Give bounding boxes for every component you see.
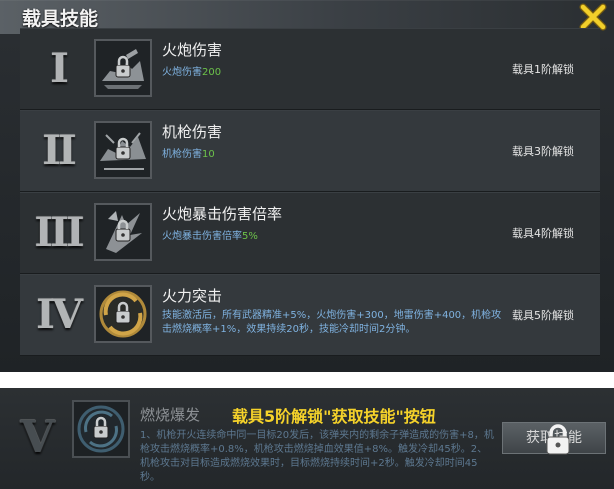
skill-numeral: I bbox=[50, 45, 69, 92]
skill-numeral: II bbox=[42, 127, 76, 174]
desc-value: 5% bbox=[242, 231, 258, 242]
desc-label: 机枪伤害 bbox=[162, 149, 202, 160]
skill-description: 机枪伤害10 bbox=[162, 145, 215, 160]
vehicle-skill-panel: 载具技能 I 火炮伤害 火炮伤害200 载具1阶解锁 II 机枪伤害 机枪伤害1… bbox=[0, 0, 614, 372]
fire-assault-skill-icon bbox=[96, 287, 150, 341]
desc-value: 200 bbox=[202, 67, 222, 78]
skill-description: 1、机枪开火连续命中同一目标20发后，该弹夹内的剩余子弹造成的伤害+8，机枪攻击… bbox=[140, 430, 494, 483]
skill-row-4[interactable]: IV 火力突击 技能激活后，所有武器精准+5%，火炮伤害+300，地雷伤害+40… bbox=[20, 274, 600, 356]
skill-icon-frame[interactable] bbox=[94, 285, 152, 343]
burn-burst-skill-icon bbox=[74, 402, 128, 456]
skill-icon-frame[interactable] bbox=[72, 400, 130, 458]
skill-icon-frame[interactable] bbox=[94, 121, 152, 179]
skill-name: 火炮暴击伤害倍率 bbox=[162, 205, 283, 223]
unlock-requirement: 载具3阶解锁 bbox=[512, 145, 574, 158]
skill-name: 火力突击 bbox=[162, 287, 223, 305]
skill-description: 火炮暴击伤害倍率5% bbox=[162, 227, 258, 242]
unlock-requirement: 载具4阶解锁 bbox=[512, 227, 574, 240]
cannon-skill-icon bbox=[96, 41, 150, 95]
skill-row-3[interactable]: III 火炮暴击伤害倍率 火炮暴击伤害倍率5% 载具4阶解锁 bbox=[20, 192, 600, 274]
lock-icon bbox=[546, 424, 570, 455]
skill-numeral: IV bbox=[36, 291, 83, 338]
desc-value: 10 bbox=[202, 149, 215, 160]
desc-label: 火炮暴击伤害倍率 bbox=[162, 231, 242, 242]
skill-icon-frame[interactable] bbox=[94, 39, 152, 97]
unlock-requirement: 载具5阶解锁 bbox=[512, 309, 574, 322]
skill-name: 燃烧爆发 bbox=[140, 406, 201, 424]
skill-description: 火炮伤害200 bbox=[162, 63, 221, 78]
skill-numeral: V bbox=[20, 412, 54, 463]
skill-name: 火炮伤害 bbox=[162, 41, 223, 59]
skill-numeral: III bbox=[34, 209, 84, 256]
panel-title: 载具技能 bbox=[22, 8, 99, 30]
critical-damage-skill-icon bbox=[96, 205, 150, 259]
unlock-tip: 载具5阶解锁"获取技能"按钮 bbox=[232, 407, 436, 426]
skill-row-1[interactable]: I 火炮伤害 火炮伤害200 载具1阶解锁 bbox=[20, 28, 600, 110]
skill-name: 机枪伤害 bbox=[162, 123, 223, 141]
machine-gun-skill-icon bbox=[96, 123, 150, 177]
skill-icon-frame[interactable] bbox=[94, 203, 152, 261]
skill-row-2[interactable]: II 机枪伤害 机枪伤害10 载具3阶解锁 bbox=[20, 110, 600, 192]
skill-row-5[interactable]: V 燃烧爆发 载具5阶解锁"获取技能"按钮 1、机枪开火连续命中同一目标20发后… bbox=[0, 388, 614, 489]
unlock-requirement: 载具1阶解锁 bbox=[512, 63, 574, 76]
desc-label: 火炮伤害 bbox=[162, 67, 202, 78]
skill-description: 技能激活后，所有武器精准+5%，火炮伤害+300，地雷伤害+400，机枪攻击燃烧… bbox=[162, 310, 502, 335]
